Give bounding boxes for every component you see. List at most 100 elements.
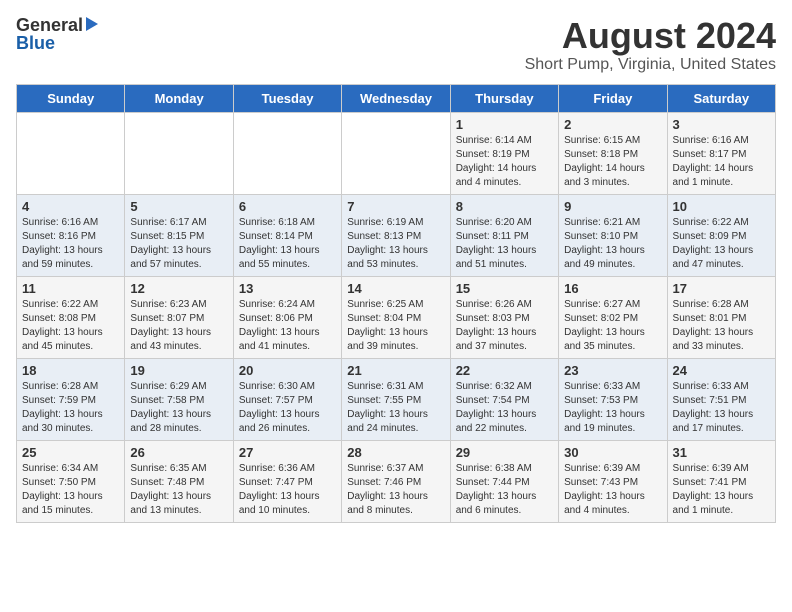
day-info: Sunrise: 6:14 AM Sunset: 8:19 PM Dayligh… [456,134,553,190]
day-number: 30 [564,445,661,460]
day-header: Wednesday [342,84,450,112]
day-info: Sunrise: 6:15 AM Sunset: 8:18 PM Dayligh… [564,134,661,190]
day-header: Saturday [667,84,775,112]
day-number: 22 [456,363,553,378]
day-number: 25 [22,445,119,460]
day-number: 10 [673,199,770,214]
calendar-cell: 31 Sunrise: 6:39 AM Sunset: 7:41 PM Dayli… [667,440,775,522]
day-number: 15 [456,281,553,296]
day-info: Sunrise: 6:39 AM Sunset: 7:43 PM Dayligh… [564,462,661,518]
day-header: Monday [125,84,233,112]
calendar-cell: 10 Sunrise: 6:22 AM Sunset: 8:09 PM Dayli… [667,194,775,276]
calendar-cell: 30 Sunrise: 6:39 AM Sunset: 7:43 PM Dayli… [559,440,667,522]
day-info: Sunrise: 6:39 AM Sunset: 7:41 PM Dayligh… [673,462,770,518]
logo-general-text: General [16,16,83,34]
calendar-cell: 29 Sunrise: 6:38 AM Sunset: 7:44 PM Dayli… [450,440,558,522]
day-number: 27 [239,445,336,460]
calendar-week-row: 4 Sunrise: 6:16 AM Sunset: 8:16 PM Daylig… [17,194,776,276]
calendar-cell: 9 Sunrise: 6:21 AM Sunset: 8:10 PM Daylig… [559,194,667,276]
day-number: 4 [22,199,119,214]
day-info: Sunrise: 6:25 AM Sunset: 8:04 PM Dayligh… [347,298,444,354]
day-number: 16 [564,281,661,296]
day-number: 21 [347,363,444,378]
day-info: Sunrise: 6:30 AM Sunset: 7:57 PM Dayligh… [239,380,336,436]
day-header: Thursday [450,84,558,112]
day-info: Sunrise: 6:16 AM Sunset: 8:17 PM Dayligh… [673,134,770,190]
day-info: Sunrise: 6:37 AM Sunset: 7:46 PM Dayligh… [347,462,444,518]
calendar-cell: 5 Sunrise: 6:17 AM Sunset: 8:15 PM Daylig… [125,194,233,276]
calendar-cell: 14 Sunrise: 6:25 AM Sunset: 8:04 PM Dayli… [342,276,450,358]
day-number: 31 [673,445,770,460]
day-info: Sunrise: 6:17 AM Sunset: 8:15 PM Dayligh… [130,216,227,272]
day-info: Sunrise: 6:28 AM Sunset: 8:01 PM Dayligh… [673,298,770,354]
day-info: Sunrise: 6:28 AM Sunset: 7:59 PM Dayligh… [22,380,119,436]
main-title: August 2024 [525,16,776,56]
calendar-cell: 11 Sunrise: 6:22 AM Sunset: 8:08 PM Dayli… [17,276,125,358]
day-number: 29 [456,445,553,460]
day-number: 17 [673,281,770,296]
calendar-cell: 27 Sunrise: 6:36 AM Sunset: 7:47 PM Dayli… [233,440,341,522]
day-info: Sunrise: 6:29 AM Sunset: 7:58 PM Dayligh… [130,380,227,436]
day-info: Sunrise: 6:38 AM Sunset: 7:44 PM Dayligh… [456,462,553,518]
calendar-cell: 18 Sunrise: 6:28 AM Sunset: 7:59 PM Dayli… [17,358,125,440]
title-section: August 2024 Short Pump, Virginia, United… [525,16,776,74]
day-info: Sunrise: 6:33 AM Sunset: 7:53 PM Dayligh… [564,380,661,436]
day-number: 3 [673,117,770,132]
calendar-cell: 26 Sunrise: 6:35 AM Sunset: 7:48 PM Dayli… [125,440,233,522]
calendar-cell: 6Sunrise: 6:18 AM Sunset: 8:14 PM Daylig… [233,194,341,276]
calendar-cell: 4 Sunrise: 6:16 AM Sunset: 8:16 PM Daylig… [17,194,125,276]
calendar-header: SundayMondayTuesdayWednesdayThursdayFrid… [17,84,776,112]
day-number: 13 [239,281,336,296]
day-number: 1 [456,117,553,132]
day-number: 5 [130,199,227,214]
day-info: Sunrise: 6:22 AM Sunset: 8:08 PM Dayligh… [22,298,119,354]
calendar-cell [17,112,125,194]
day-info: Sunrise: 6:18 AM Sunset: 8:14 PM Dayligh… [239,216,336,272]
calendar-cell: 28Sunrise: 6:37 AM Sunset: 7:46 PM Dayli… [342,440,450,522]
calendar-cell: 23 Sunrise: 6:33 AM Sunset: 7:53 PM Dayli… [559,358,667,440]
calendar-cell: 1 Sunrise: 6:14 AM Sunset: 8:19 PM Daylig… [450,112,558,194]
day-info: Sunrise: 6:35 AM Sunset: 7:48 PM Dayligh… [130,462,227,518]
day-info: Sunrise: 6:24 AM Sunset: 8:06 PM Dayligh… [239,298,336,354]
day-number: 14 [347,281,444,296]
logo-blue-text: Blue [16,34,55,52]
day-number: 11 [22,281,119,296]
day-header: Tuesday [233,84,341,112]
day-number: 2 [564,117,661,132]
day-info: Sunrise: 6:26 AM Sunset: 8:03 PM Dayligh… [456,298,553,354]
day-info: Sunrise: 6:16 AM Sunset: 8:16 PM Dayligh… [22,216,119,272]
day-number: 24 [673,363,770,378]
day-info: Sunrise: 6:34 AM Sunset: 7:50 PM Dayligh… [22,462,119,518]
calendar-cell: 22 Sunrise: 6:32 AM Sunset: 7:54 PM Dayli… [450,358,558,440]
calendar-cell: 25 Sunrise: 6:34 AM Sunset: 7:50 PM Dayli… [17,440,125,522]
day-info: Sunrise: 6:36 AM Sunset: 7:47 PM Dayligh… [239,462,336,518]
calendar-week-row: 18 Sunrise: 6:28 AM Sunset: 7:59 PM Dayli… [17,358,776,440]
calendar-cell: 2 Sunrise: 6:15 AM Sunset: 8:18 PM Daylig… [559,112,667,194]
calendar-cell: 24Sunrise: 6:33 AM Sunset: 7:51 PM Dayli… [667,358,775,440]
day-info: Sunrise: 6:27 AM Sunset: 8:02 PM Dayligh… [564,298,661,354]
day-info: Sunrise: 6:32 AM Sunset: 7:54 PM Dayligh… [456,380,553,436]
day-number: 12 [130,281,227,296]
calendar-week-row: 1 Sunrise: 6:14 AM Sunset: 8:19 PM Daylig… [17,112,776,194]
logo: General Blue [16,16,98,52]
day-info: Sunrise: 6:22 AM Sunset: 8:09 PM Dayligh… [673,216,770,272]
day-number: 20 [239,363,336,378]
day-info: Sunrise: 6:19 AM Sunset: 8:13 PM Dayligh… [347,216,444,272]
day-number: 9 [564,199,661,214]
calendar-cell: 8Sunrise: 6:20 AM Sunset: 8:11 PM Daylig… [450,194,558,276]
calendar-cell: 3 Sunrise: 6:16 AM Sunset: 8:17 PM Daylig… [667,112,775,194]
day-header: Friday [559,84,667,112]
day-number: 7 [347,199,444,214]
day-info: Sunrise: 6:31 AM Sunset: 7:55 PM Dayligh… [347,380,444,436]
day-number: 26 [130,445,227,460]
day-info: Sunrise: 6:21 AM Sunset: 8:10 PM Dayligh… [564,216,661,272]
day-info: Sunrise: 6:23 AM Sunset: 8:07 PM Dayligh… [130,298,227,354]
subtitle: Short Pump, Virginia, United States [525,56,776,74]
calendar-cell [233,112,341,194]
day-number: 23 [564,363,661,378]
calendar-cell: 15 Sunrise: 6:26 AM Sunset: 8:03 PM Dayli… [450,276,558,358]
calendar-cell: 13 Sunrise: 6:24 AM Sunset: 8:06 PM Dayli… [233,276,341,358]
calendar-cell: 12 Sunrise: 6:23 AM Sunset: 8:07 PM Dayli… [125,276,233,358]
day-number: 18 [22,363,119,378]
calendar-week-row: 25 Sunrise: 6:34 AM Sunset: 7:50 PM Dayli… [17,440,776,522]
